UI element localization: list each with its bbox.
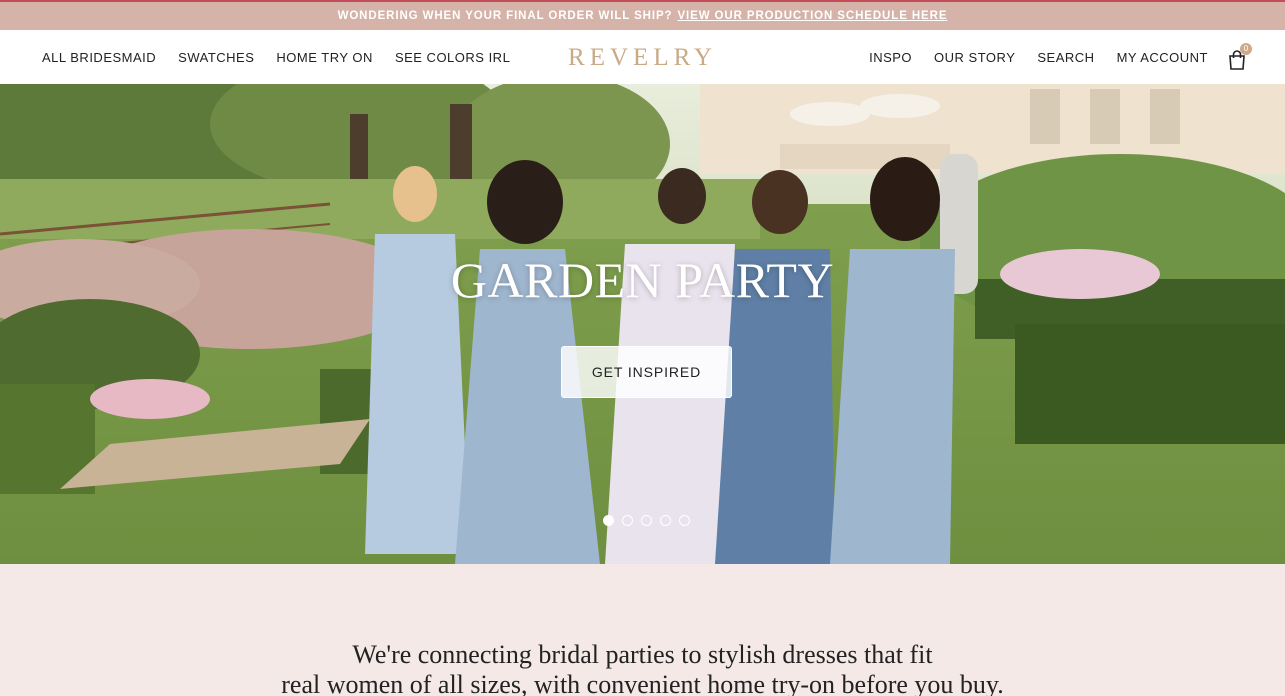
hero-title: GARDEN PARTY bbox=[450, 252, 835, 308]
primary-nav: ALL BRIDESMAID SWATCHES HOME TRY ON SEE … bbox=[42, 30, 532, 84]
nav-my-account[interactable]: MY ACCOUNT bbox=[1117, 50, 1208, 65]
hero-carousel: GARDEN PARTY GET INSPIRED bbox=[0, 84, 1285, 564]
announcement-bar: WONDERING WHEN YOUR FINAL ORDER WILL SHI… bbox=[0, 0, 1285, 30]
announcement-text: WONDERING WHEN YOUR FINAL ORDER WILL SHI… bbox=[337, 10, 673, 22]
carousel-dot-2[interactable] bbox=[622, 515, 633, 526]
nav-home-try-on[interactable]: HOME TRY ON bbox=[276, 50, 373, 65]
mission-line-2: real women of all sizes, with convenient… bbox=[281, 670, 1004, 696]
carousel-pagination bbox=[603, 515, 698, 526]
mission-statement: We're connecting bridal parties to styli… bbox=[0, 640, 1285, 696]
get-inspired-button[interactable]: GET INSPIRED bbox=[561, 346, 732, 398]
secondary-nav: INSPO OUR STORY SEARCH MY ACCOUNT bbox=[847, 30, 1208, 84]
carousel-dot-1[interactable] bbox=[603, 515, 614, 526]
site-header: ALL BRIDESMAID SWATCHES HOME TRY ON SEE … bbox=[0, 30, 1285, 84]
nav-inspo[interactable]: INSPO bbox=[869, 50, 912, 65]
hero-image bbox=[0, 84, 1285, 564]
nav-swatches[interactable]: SWATCHES bbox=[178, 50, 254, 65]
nav-see-colors-irl[interactable]: SEE COLORS IRL bbox=[395, 50, 510, 65]
carousel-dot-4[interactable] bbox=[660, 515, 671, 526]
nav-our-story[interactable]: OUR STORY bbox=[934, 50, 1015, 65]
cart-count-badge: 0 bbox=[1240, 43, 1252, 55]
production-schedule-link[interactable]: VIEW OUR PRODUCTION SCHEDULE HERE bbox=[677, 10, 947, 22]
cart-button[interactable]: 0 bbox=[1228, 43, 1252, 70]
nav-all-bridesmaid[interactable]: ALL BRIDESMAID bbox=[42, 50, 156, 65]
nav-search[interactable]: SEARCH bbox=[1037, 50, 1094, 65]
revelry-logo[interactable]: REVELRY bbox=[568, 44, 717, 71]
carousel-dot-5[interactable] bbox=[679, 515, 690, 526]
mission-line-1: We're connecting bridal parties to styli… bbox=[352, 640, 933, 669]
carousel-dot-3[interactable] bbox=[641, 515, 652, 526]
